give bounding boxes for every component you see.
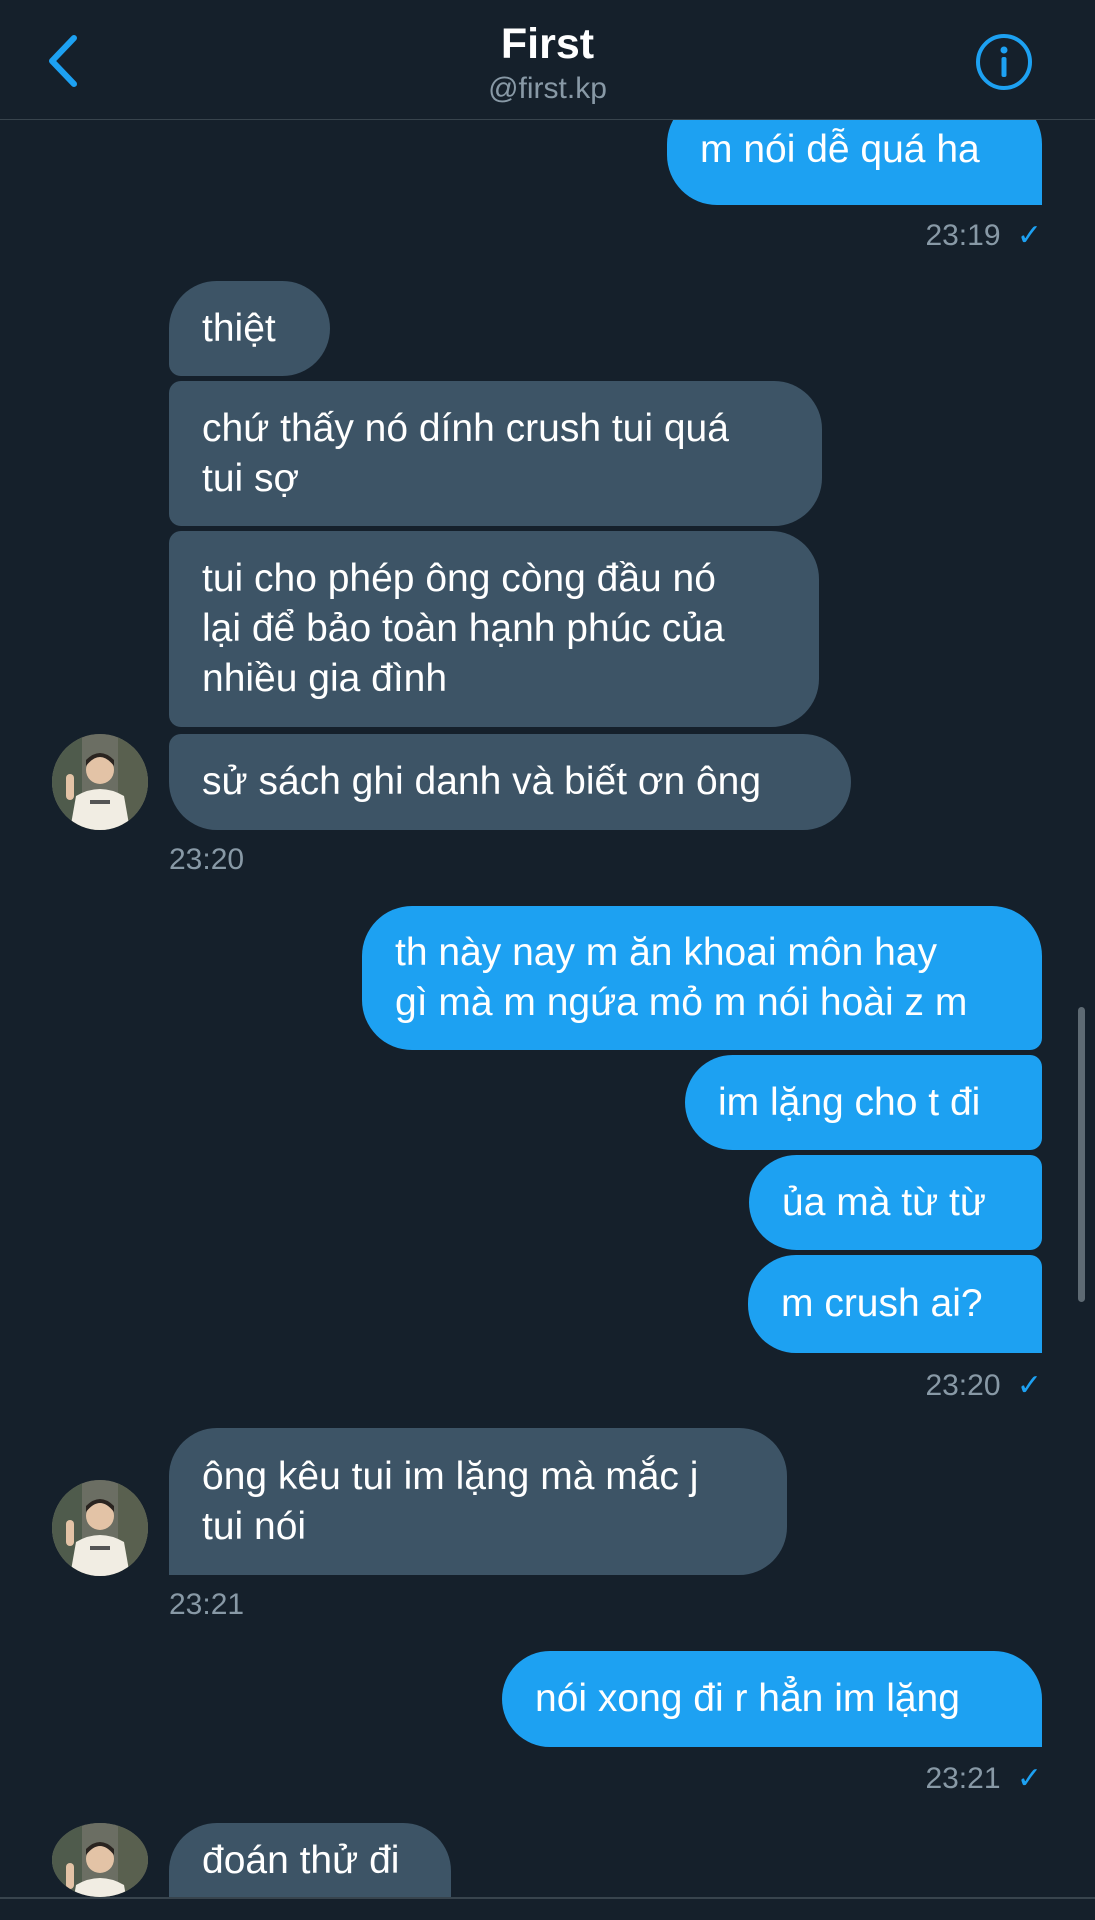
conversation-header: First @first.kp (0, 0, 1095, 120)
outgoing-message[interactable]: ủa mà từ từ (749, 1155, 1042, 1250)
outgoing-message[interactable]: th này nay m ăn khoai môn hay gì mà m ng… (362, 906, 1042, 1050)
message-timestamp: 23:21 ✓ (925, 1762, 1042, 1795)
message-text: chứ thấy nó dính crush tui quá tui sợ (202, 406, 729, 500)
checkmark-icon: ✓ (1016, 1762, 1042, 1795)
message-text: im lặng cho t đi (718, 1080, 981, 1124)
message-timestamp: 23:20 ✓ (925, 1369, 1042, 1402)
conversation-title[interactable]: First (0, 20, 1095, 69)
avatar[interactable] (52, 1823, 148, 1897)
avatar-image (52, 1480, 148, 1576)
checkmark-icon: ✓ (1016, 1369, 1042, 1402)
message-text: m crush ai? (781, 1282, 983, 1325)
outgoing-message[interactable]: im lặng cho t đi (685, 1055, 1042, 1150)
message-text: ủa mà từ từ (782, 1180, 986, 1224)
checkmark-icon: ✓ (1016, 219, 1042, 252)
incoming-message[interactable]: đoán thử đi (169, 1823, 451, 1897)
message-text: nói xong đi r hẳn im lặng (535, 1677, 960, 1720)
message-timestamp: 23:21 (169, 1588, 245, 1621)
message-text: m nói dễ quá ha (700, 127, 980, 171)
incoming-message[interactable]: sử sách ghi danh và biết ơn ông (169, 734, 851, 830)
avatar-image (52, 1823, 148, 1897)
avatar[interactable] (52, 734, 148, 830)
conversation-handle: @first.kp (488, 72, 607, 105)
avatar[interactable] (52, 1480, 148, 1576)
scrollbar[interactable] (1078, 1007, 1085, 1302)
info-button[interactable] (975, 33, 1033, 91)
incoming-message[interactable]: chứ thấy nó dính crush tui quá tui sợ (169, 381, 822, 526)
message-text: thiệt (202, 306, 276, 350)
message-text: ông kêu tui im lặng mà mắc j tui nói (202, 1454, 699, 1548)
message-timestamp: 23:19 ✓ (925, 219, 1042, 252)
message-text: đoán thử đi (202, 1839, 400, 1882)
incoming-message[interactable]: thiệt (169, 281, 330, 376)
incoming-message[interactable]: tui cho phép ông còng đầu nó lại để bảo … (169, 531, 819, 727)
message-text: tui cho phép ông còng đầu nó lại để bảo … (202, 557, 725, 700)
message-timestamp: 23:20 (169, 843, 245, 876)
composer-divider (0, 1897, 1095, 1899)
outgoing-message[interactable]: m crush ai? (748, 1255, 1042, 1353)
message-text: th này nay m ăn khoai môn hay gì mà m ng… (395, 931, 968, 1024)
info-circle-icon (976, 34, 1032, 90)
message-text: sử sách ghi danh và biết ơn ông (202, 760, 762, 803)
outgoing-message[interactable]: nói xong đi r hẳn im lặng (502, 1651, 1042, 1747)
incoming-message[interactable]: ông kêu tui im lặng mà mắc j tui nói (169, 1428, 787, 1575)
avatar-image (52, 734, 148, 830)
